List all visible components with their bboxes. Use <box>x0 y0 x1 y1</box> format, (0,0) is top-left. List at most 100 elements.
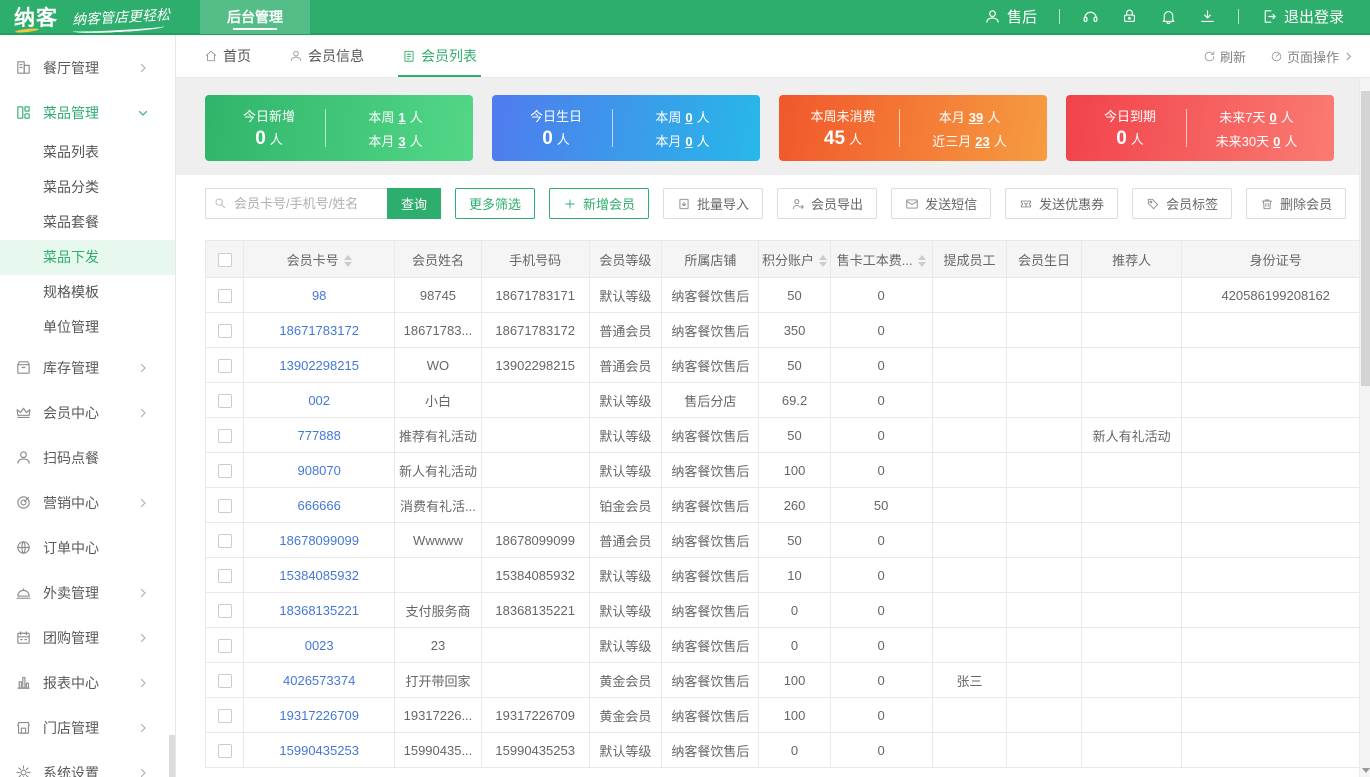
row-checkbox[interactable] <box>218 709 232 723</box>
sidebar-item-3[interactable]: 会员中心 <box>0 390 175 435</box>
sidebar-item-4[interactable]: 扫码点餐 <box>0 435 175 480</box>
main-scrollbar[interactable] <box>1359 78 1370 777</box>
sidebar-item-5[interactable]: 营销中心 <box>0 480 175 525</box>
page-ops-button[interactable]: 页面操作 <box>1270 47 1354 66</box>
row-checkbox[interactable] <box>218 324 232 338</box>
column-header-2[interactable]: 手机号码 <box>481 241 589 278</box>
toolbar-button-4[interactable]: 发送短信 <box>891 188 991 219</box>
member-card-no-link[interactable]: 98 <box>244 278 395 313</box>
lock-icon[interactable] <box>1121 8 1138 25</box>
row-checkbox[interactable] <box>218 569 232 583</box>
member-card-no-link[interactable]: 15384085932 <box>244 558 395 593</box>
query-button[interactable]: 查询 <box>387 188 441 219</box>
sidebar-item-11[interactable]: 系统设置 <box>0 750 175 777</box>
column-header-10[interactable]: 身份证号 <box>1182 241 1370 278</box>
column-header-8[interactable]: 会员生日 <box>1007 241 1082 278</box>
row-checkbox[interactable] <box>218 499 232 513</box>
member-card-no-link[interactable]: 13902298215 <box>244 348 395 383</box>
sidebar-item-2[interactable]: 库存管理 <box>0 345 175 390</box>
sidebar-item-6[interactable]: 订单中心 <box>0 525 175 570</box>
sidebar-subitem-1-2[interactable]: 菜品套餐 <box>0 205 175 240</box>
member-card-no-link[interactable]: 666666 <box>244 488 395 523</box>
column-header-6[interactable]: 售卡工本费... <box>830 241 932 278</box>
row-checkbox[interactable] <box>218 604 232 618</box>
support-headset-icon[interactable] <box>1082 8 1099 25</box>
table-cell: 18671783... <box>395 313 482 348</box>
download-icon[interactable] <box>1199 8 1216 25</box>
member-card-no-link[interactable]: 4026573374 <box>244 663 395 698</box>
table-cell <box>1182 628 1370 663</box>
member-card-no-link[interactable]: 18368135221 <box>244 593 395 628</box>
column-header-9[interactable]: 推荐人 <box>1081 241 1182 278</box>
row-checkbox[interactable] <box>218 394 232 408</box>
sort-icon[interactable] <box>819 255 827 267</box>
user-menu[interactable]: 售后 <box>984 6 1037 27</box>
column-header-7[interactable]: 提成员工 <box>932 241 1007 278</box>
member-card-no-link[interactable]: 0023 <box>244 628 395 663</box>
select-all-checkbox[interactable] <box>218 253 232 267</box>
row-checkbox[interactable] <box>218 639 232 653</box>
toolbar-button-6[interactable]: 会员标签 <box>1132 188 1232 219</box>
member-card-no-link[interactable]: 19317226709 <box>244 698 395 733</box>
column-header-0[interactable]: 会员卡号 <box>244 241 395 278</box>
stat-detail-value-link[interactable]: 39 <box>969 110 983 125</box>
chevron-right-icon <box>1343 51 1354 62</box>
main-scrollbar-thumb[interactable] <box>1361 91 1370 386</box>
row-checkbox[interactable] <box>218 429 232 443</box>
stat-detail-value-link[interactable]: 0 <box>1269 110 1276 125</box>
sidebar-item-8[interactable]: 团购管理 <box>0 615 175 660</box>
stat-detail-value-link[interactable]: 1 <box>398 110 405 125</box>
sidebar-item-7[interactable]: 外卖管理 <box>0 570 175 615</box>
toolbar-button-1[interactable]: 新增会员 <box>549 188 649 219</box>
row-checkbox[interactable] <box>218 289 232 303</box>
tab-label: 会员列表 <box>421 46 477 66</box>
column-header-4[interactable]: 所属店铺 <box>662 241 759 278</box>
column-header-1[interactable]: 会员姓名 <box>395 241 482 278</box>
sidebar-item-10[interactable]: 门店管理 <box>0 705 175 750</box>
stat-detail-value-link[interactable]: 3 <box>398 134 405 149</box>
column-header-5[interactable]: 积分账户 <box>759 241 830 278</box>
stat-detail-value-link[interactable]: 23 <box>975 134 989 149</box>
member-card-no-link[interactable]: 002 <box>244 383 395 418</box>
member-card-no-link[interactable]: 15990435253 <box>244 733 395 768</box>
scrollbar-down-arrow-icon[interactable] <box>1362 768 1370 773</box>
refresh-button[interactable]: 刷新 <box>1203 47 1246 66</box>
row-checkbox[interactable] <box>218 534 232 548</box>
bell-icon[interactable] <box>1160 8 1177 25</box>
sort-icon[interactable] <box>344 255 352 267</box>
toolbar-button-0[interactable]: 更多筛选 <box>455 188 535 219</box>
member-card-no-link[interactable]: 18671783172 <box>244 313 395 348</box>
sidebar-subitem-1-4[interactable]: 规格模板 <box>0 275 175 310</box>
search-input[interactable] <box>205 188 387 219</box>
sidebar-scrollbar-thumb[interactable] <box>169 735 175 777</box>
sidebar-item-1[interactable]: 菜品管理 <box>0 90 175 135</box>
tab-1[interactable]: 会员信息 <box>289 35 364 77</box>
tab-2[interactable]: 会员列表 <box>402 35 477 77</box>
table-cell <box>1081 628 1182 663</box>
toolbar-button-5[interactable]: 发送优惠券 <box>1005 188 1118 219</box>
row-checkbox[interactable] <box>218 744 232 758</box>
sidebar-subitem-1-3[interactable]: 菜品下发 <box>0 240 175 275</box>
stat-detail-value-link[interactable]: 0 <box>1273 134 1280 149</box>
stat-detail-value-link[interactable]: 0 <box>685 134 692 149</box>
member-card-no-link[interactable]: 18678099099 <box>244 523 395 558</box>
toolbar-button-2[interactable]: 批量导入 <box>663 188 763 219</box>
row-checkbox[interactable] <box>218 674 232 688</box>
sidebar-subitem-1-1[interactable]: 菜品分类 <box>0 170 175 205</box>
header-nav-tab[interactable]: 后台管理 <box>200 0 310 34</box>
sidebar-subitem-1-0[interactable]: 菜品列表 <box>0 135 175 170</box>
sidebar-subitem-1-5[interactable]: 单位管理 <box>0 310 175 345</box>
toolbar-button-7[interactable]: 删除会员 <box>1246 188 1346 219</box>
sidebar-item-0[interactable]: 餐厅管理 <box>0 45 175 90</box>
stat-detail-value-link[interactable]: 0 <box>685 110 692 125</box>
member-card-no-link[interactable]: 777888 <box>244 418 395 453</box>
toolbar-button-3[interactable]: 会员导出 <box>777 188 877 219</box>
sort-icon[interactable] <box>918 255 926 267</box>
member-card-no-link[interactable]: 908070 <box>244 453 395 488</box>
row-checkbox[interactable] <box>218 464 232 478</box>
row-checkbox[interactable] <box>218 359 232 373</box>
tab-0[interactable]: 首页 <box>204 35 251 77</box>
column-header-3[interactable]: 会员等级 <box>589 241 662 278</box>
logout-button[interactable]: 退出登录 <box>1261 6 1344 27</box>
sidebar-item-9[interactable]: 报表中心 <box>0 660 175 705</box>
